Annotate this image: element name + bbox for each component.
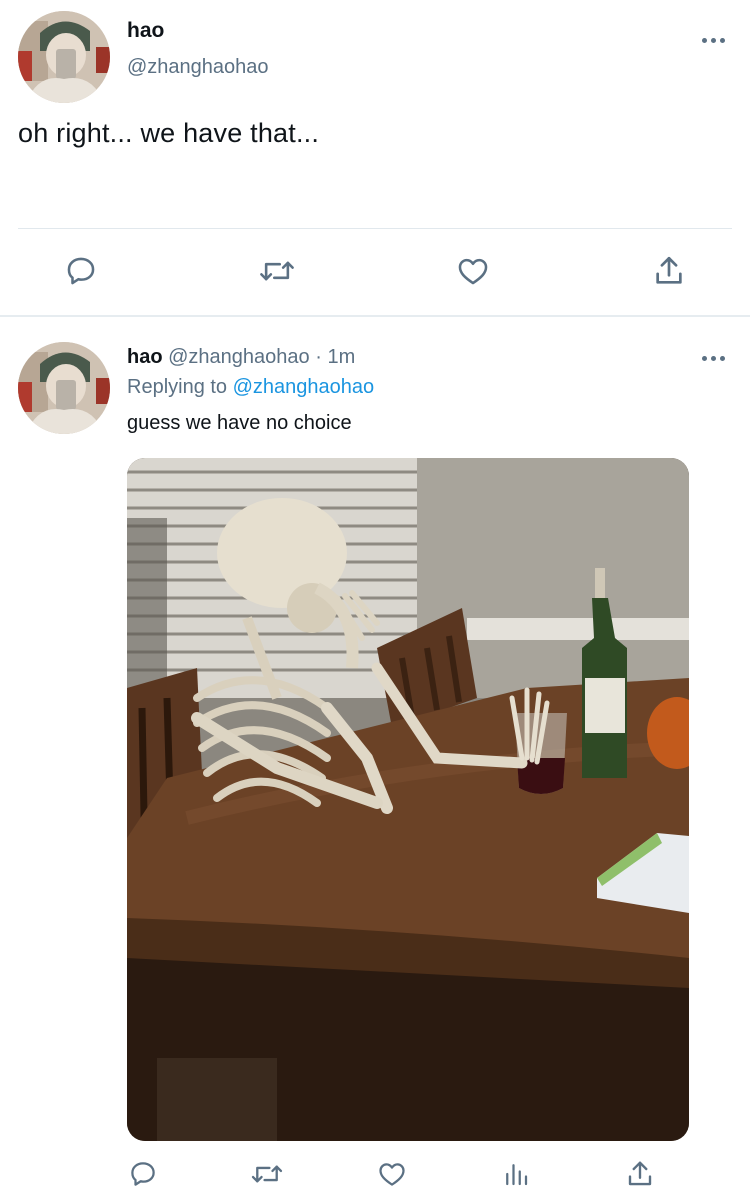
reply-icon[interactable] xyxy=(123,1154,163,1194)
reply-tweet: hao @zhanghaohao · 1m Replying to @zhang… xyxy=(0,318,750,1200)
author-handle[interactable]: @zhanghaohao xyxy=(168,346,310,368)
share-icon[interactable] xyxy=(620,1154,660,1194)
more-options-icon[interactable] xyxy=(698,33,728,47)
share-icon[interactable] xyxy=(649,251,689,291)
avatar-image xyxy=(18,11,110,103)
author-handle[interactable]: @zhanghaohao xyxy=(127,56,269,79)
author-name[interactable]: hao xyxy=(127,19,164,43)
more-options-icon[interactable] xyxy=(698,351,728,365)
separator-dot: · xyxy=(315,346,322,368)
skeleton-photo xyxy=(127,458,689,1141)
tweet-text: guess we have no choice xyxy=(127,412,352,434)
like-icon[interactable] xyxy=(453,251,493,291)
replying-to-line: Replying to @zhanghaohao xyxy=(127,376,374,399)
retweet-icon[interactable] xyxy=(247,1154,287,1194)
reply-icon[interactable] xyxy=(61,251,101,291)
reply-header: hao @zhanghaohao · 1m xyxy=(127,346,355,369)
author-name[interactable]: hao xyxy=(127,346,163,368)
analytics-icon[interactable] xyxy=(496,1154,536,1194)
avatar[interactable] xyxy=(18,11,110,103)
tweet-separator xyxy=(0,315,750,317)
replying-to-label: Replying to xyxy=(127,376,228,398)
timestamp[interactable]: 1m xyxy=(327,346,355,368)
tweet-text: oh right... we have that... xyxy=(18,118,320,148)
avatar[interactable] xyxy=(18,342,110,434)
tweet-media-image[interactable] xyxy=(127,458,689,1141)
tweet-actions xyxy=(0,248,750,298)
tweet-actions xyxy=(0,1152,750,1196)
avatar-image xyxy=(18,342,110,434)
replying-to-mention[interactable]: @zhanghaohao xyxy=(233,376,375,398)
main-tweet: hao @zhanghaohao oh right... we have tha… xyxy=(0,0,750,316)
like-icon[interactable] xyxy=(372,1154,412,1194)
divider xyxy=(18,228,732,229)
retweet-icon[interactable] xyxy=(257,251,297,291)
